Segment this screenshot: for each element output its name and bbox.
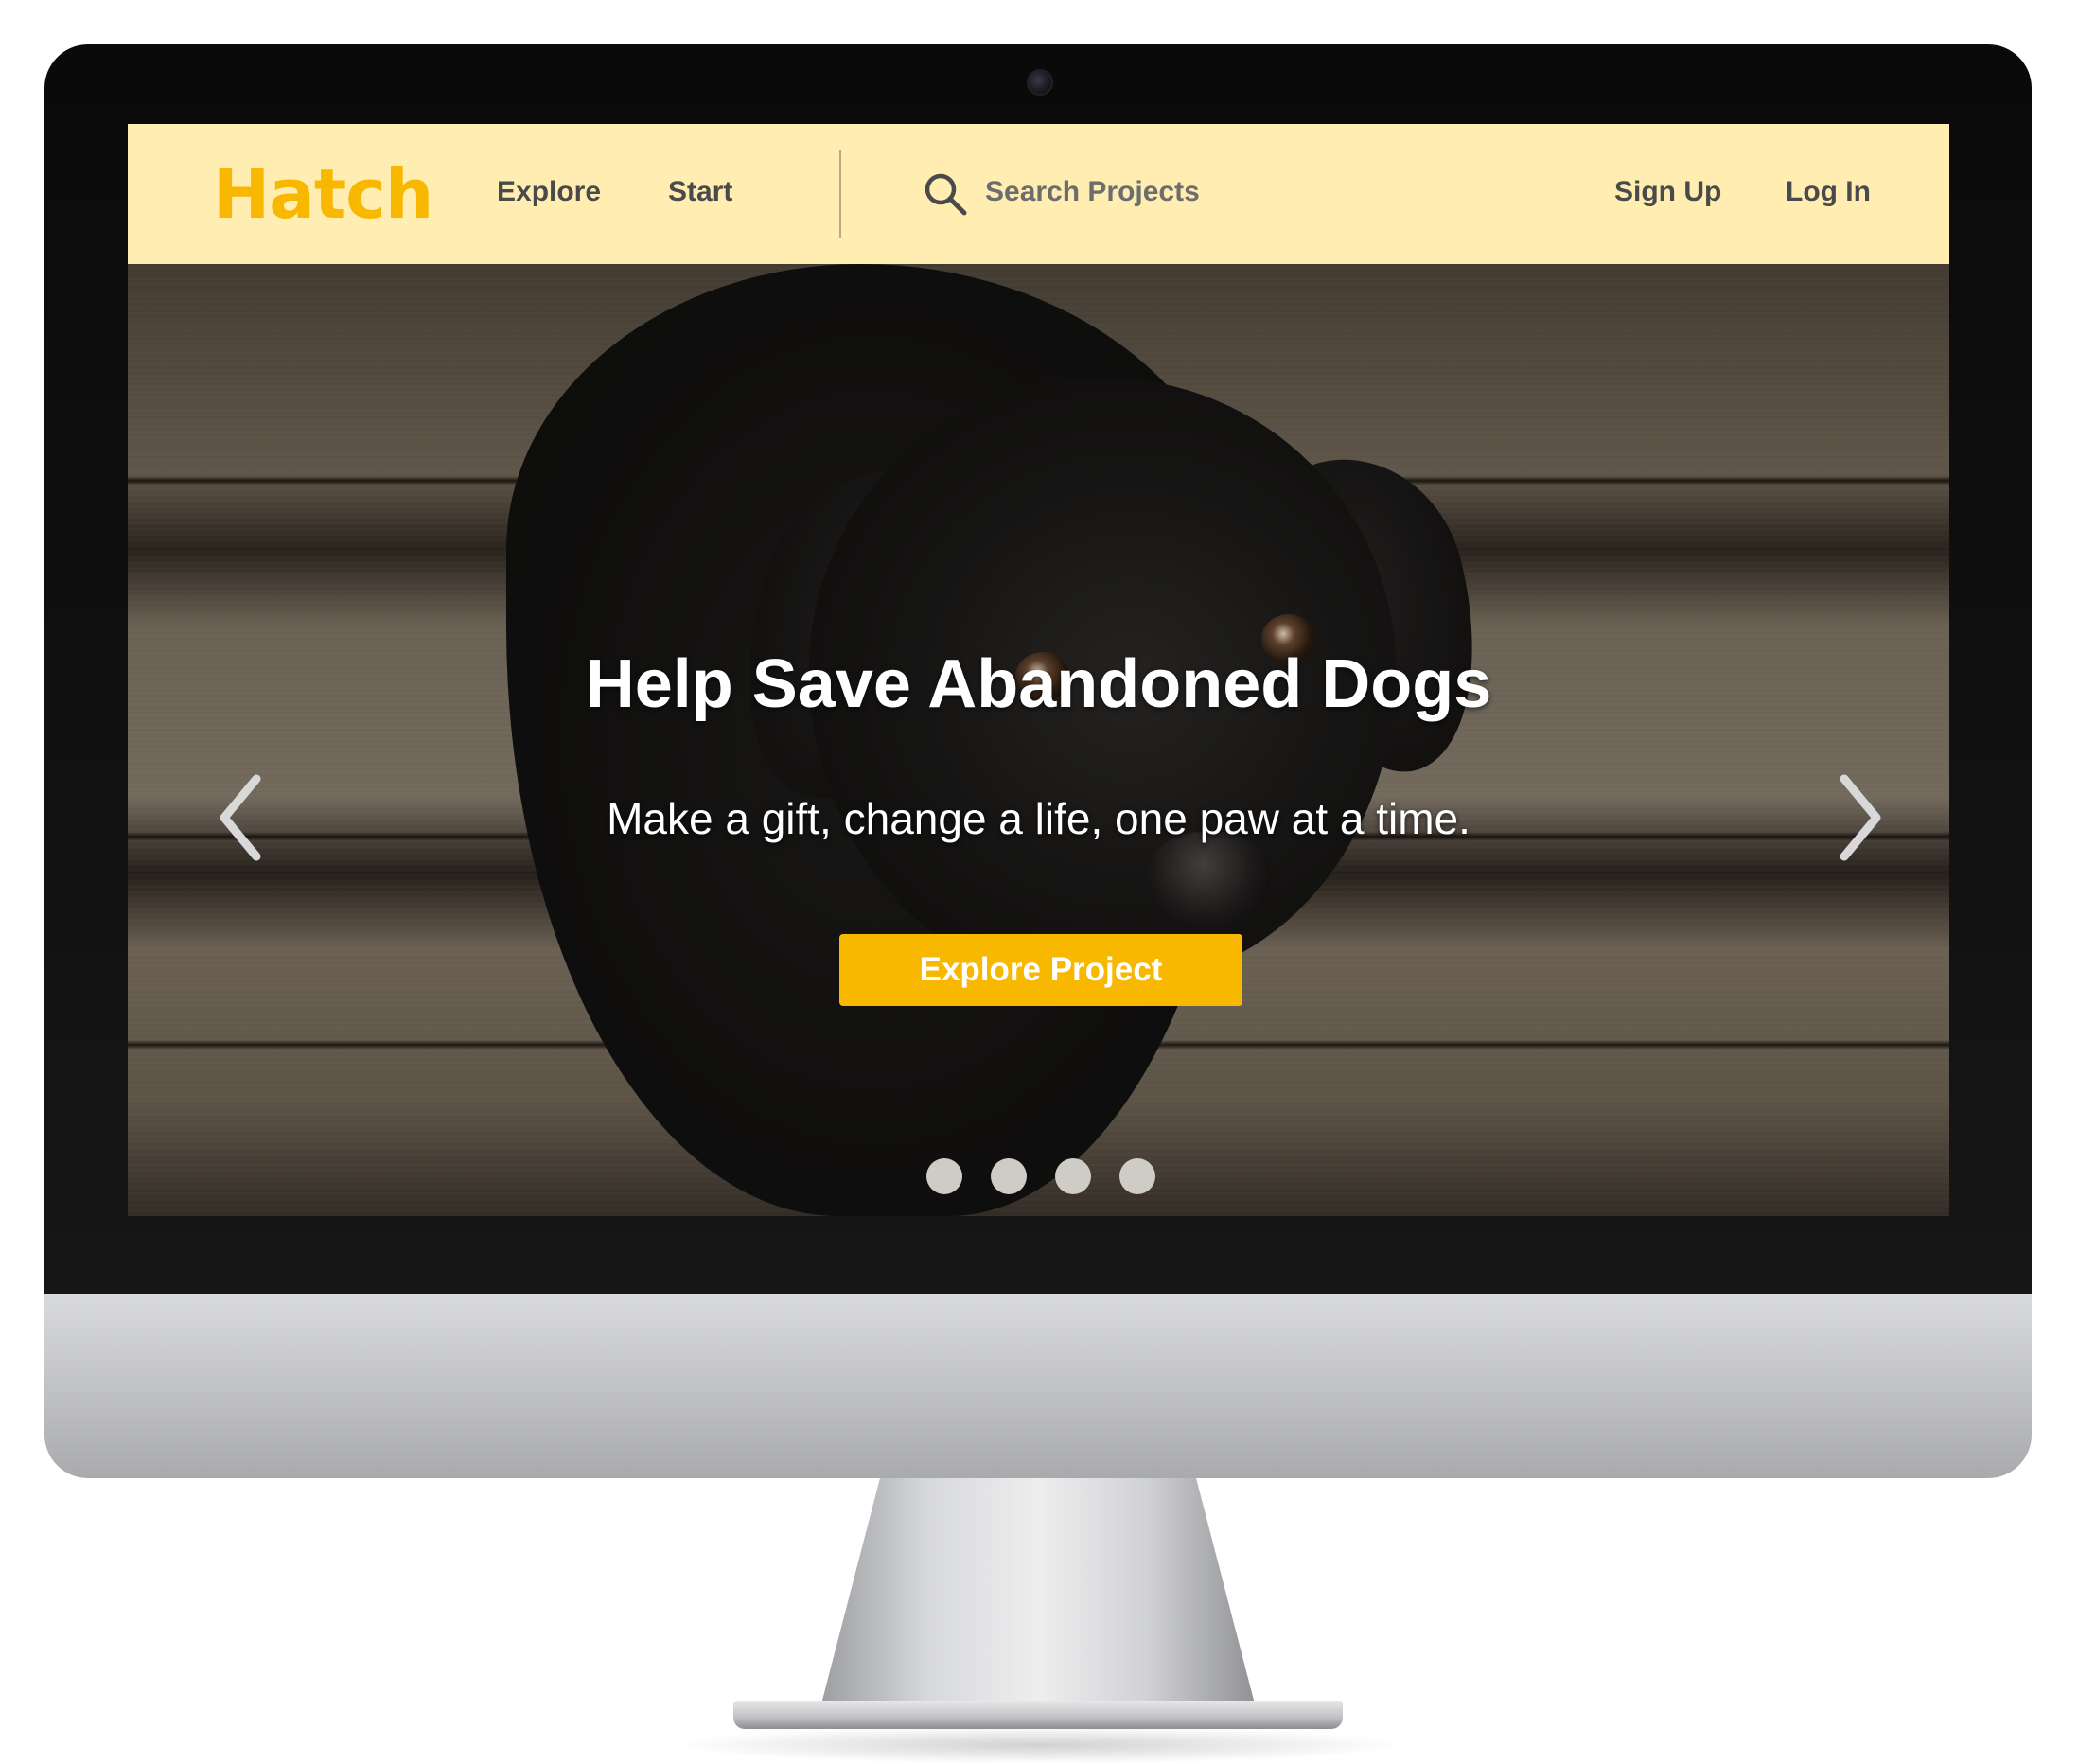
nav-divider xyxy=(839,150,841,238)
hatch-logo[interactable]: Hatch xyxy=(213,152,433,236)
carousel-dot-1[interactable] xyxy=(926,1158,962,1194)
nav-start-link[interactable]: Start xyxy=(668,173,732,211)
search-icon[interactable] xyxy=(923,171,968,217)
monitor-stand xyxy=(667,1478,1409,1764)
nav-explore-link[interactable]: Explore xyxy=(497,173,601,211)
browser-screen: Hatch Explore Start Sign Up Log In xyxy=(128,124,1949,1216)
log-in-link[interactable]: Log In xyxy=(1786,173,1871,211)
carousel-pagination xyxy=(926,1158,1172,1196)
top-navbar: Hatch Explore Start Sign Up Log In xyxy=(128,124,1949,264)
imac-monitor: Hatch Explore Start Sign Up Log In xyxy=(44,44,2032,1764)
hero-title: Help Save Abandoned Dogs xyxy=(585,646,1492,722)
hero-subtitle: Make a gift, change a life, one paw at a… xyxy=(607,794,1470,843)
search-input[interactable] xyxy=(985,168,1382,217)
hero-carousel: Help Save Abandoned Dogs Make a gift, ch… xyxy=(128,264,1949,1216)
chevron-right-icon[interactable] xyxy=(1822,766,1897,870)
monitor-chin xyxy=(44,1294,2032,1478)
webcam xyxy=(1027,69,1053,96)
carousel-dot-2[interactable] xyxy=(991,1158,1027,1194)
monitor-bezel: Hatch Explore Start Sign Up Log In xyxy=(44,44,2032,1294)
carousel-dot-3[interactable] xyxy=(1055,1158,1091,1194)
stand-neck xyxy=(819,1478,1258,1715)
stand-base xyxy=(733,1701,1343,1729)
chevron-left-icon[interactable] xyxy=(203,766,279,870)
sign-up-link[interactable]: Sign Up xyxy=(1614,173,1721,211)
explore-project-button[interactable]: Explore Project xyxy=(839,934,1242,1006)
carousel-dot-4[interactable] xyxy=(1119,1158,1155,1194)
stand-shadow xyxy=(667,1726,1409,1764)
hero-overlay xyxy=(128,264,1949,1216)
